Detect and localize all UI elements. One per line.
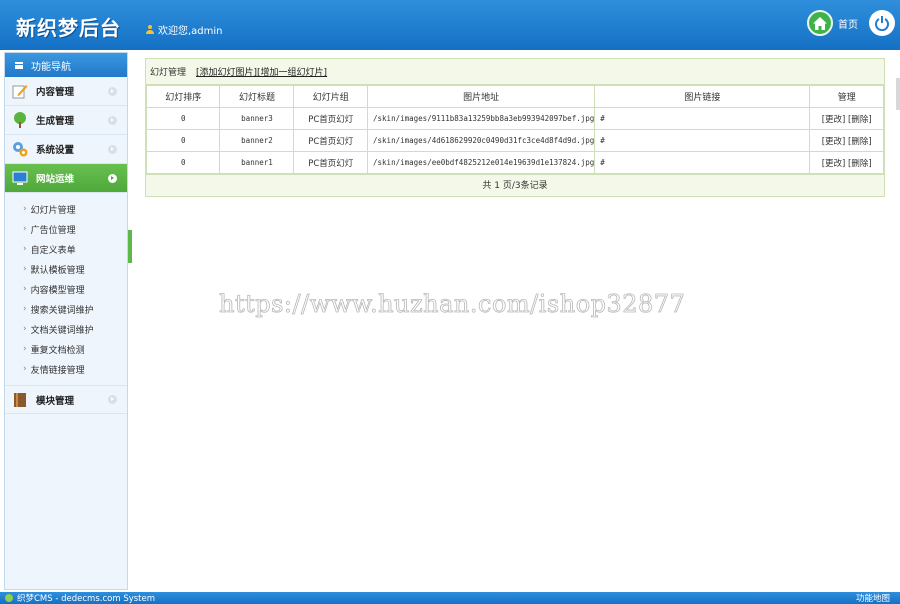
cell-link: # [594, 129, 811, 152]
cell-group: PC首页幻灯 [293, 107, 369, 130]
status-bar: 织梦CMS - dedecms.com System 功能地图 [0, 592, 900, 604]
column-header: 幻灯标题 [219, 85, 295, 108]
chevron-right-icon [108, 395, 117, 404]
cell-link: # [594, 151, 811, 174]
sidebar-item-content[interactable]: 内容管理 [5, 77, 127, 106]
edit-link[interactable]: [更改] [822, 137, 846, 147]
chevron-right-icon [108, 173, 117, 183]
cell-group: PC首页幻灯 [293, 129, 369, 152]
home-button[interactable]: 首页 [807, 10, 858, 36]
sidebar-item-label: 模块管理 [36, 395, 75, 407]
watermark-text: https://www.huzhan.com/ishop32877 [219, 290, 686, 319]
power-icon [875, 16, 889, 31]
add-image-link[interactable]: [添加幻灯图片] [196, 68, 257, 78]
chevron-right-icon [108, 115, 117, 125]
pagination-info: 共 1 页/3条记录 [146, 174, 884, 196]
logout-button[interactable] [869, 10, 895, 36]
submenu-item-duplicate-check[interactable]: 重复文档检测 [23, 339, 127, 359]
user-icon [146, 25, 154, 34]
cell-link: # [594, 107, 811, 130]
submenu-item-templates[interactable]: 默认模板管理 [23, 259, 127, 279]
sidebar-collapse-handle[interactable] [128, 230, 132, 263]
sidebar-item-settings[interactable]: 系统设置 [5, 135, 127, 164]
sidebar-item-label: 生成管理 [36, 116, 75, 127]
sidebar-item-label: 网站运维 [36, 174, 75, 185]
app-logo: 新织梦后台 [16, 16, 121, 40]
sidebar-item-generate[interactable]: 生成管理 [5, 106, 127, 135]
pencil-icon [11, 83, 28, 100]
submenu-item-forms[interactable]: 自定义表单 [23, 239, 127, 259]
panel-title: 幻灯管理 [150, 68, 187, 78]
table-header-row: 幻灯排序 幻灯标题 幻灯片组 图片地址 图片链接 管理 [145, 85, 884, 108]
slides-table: 幻灯排序 幻灯标题 幻灯片组 图片地址 图片链接 管理 0 banner3 PC… [145, 85, 884, 174]
slides-panel: 幻灯管理 [添加幻灯图片][增加一组幻灯片] 幻灯排序 幻灯标题 幻灯片组 图片… [145, 58, 885, 197]
cell-title: banner1 [219, 151, 295, 174]
chevron-right-icon [108, 86, 117, 96]
cell-actions: [更改] [删除] [809, 151, 884, 174]
home-label: 首页 [838, 19, 858, 31]
cell-title: banner2 [219, 129, 295, 152]
edit-link[interactable]: [更改] [822, 159, 846, 169]
table-row: 0 banner1 PC首页幻灯 /skin/images/ee0bdf4825… [145, 151, 884, 174]
chevron-right-icon [108, 144, 117, 154]
column-header: 图片地址 [367, 85, 596, 108]
sidebar-header: 功能导航 [5, 53, 127, 77]
welcome-label: 欢迎您,admin [158, 26, 223, 37]
table-row: 0 banner3 PC首页幻灯 /skin/images/9111b83a13… [145, 107, 884, 130]
submenu-item-slides[interactable]: 幻灯片管理 [23, 199, 127, 219]
cell-group: PC首页幻灯 [293, 151, 369, 174]
edit-link[interactable]: [更改] [822, 115, 846, 125]
delete-link[interactable]: [删除] [848, 159, 872, 169]
monitor-icon [11, 170, 28, 187]
footer-copyright: 织梦CMS - dedecms.com System [17, 594, 156, 604]
welcome-text: 欢迎您,admin [146, 22, 223, 37]
sidebar-item-label: 系统设置 [36, 145, 75, 156]
gears-icon [11, 141, 28, 158]
cell-order: 0 [145, 107, 221, 130]
scrollbar[interactable] [896, 78, 900, 110]
sidebar-item-modules[interactable]: 模块管理 [5, 385, 127, 414]
add-group-link[interactable]: [增加一组幻灯片] [257, 68, 327, 78]
submenu-item-ads[interactable]: 广告位管理 [23, 219, 127, 239]
cell-order: 0 [145, 151, 221, 174]
cell-title: banner3 [219, 107, 295, 130]
sidebar-item-operations[interactable]: 网站运维 [5, 164, 127, 193]
menu-icon [15, 61, 23, 69]
info-icon [5, 594, 13, 602]
submenu-item-search-keywords[interactable]: 搜索关键词维护 [23, 299, 127, 319]
home-icon [807, 10, 833, 36]
submenu-item-doc-keywords[interactable]: 文档关键词维护 [23, 319, 127, 339]
book-icon [11, 391, 28, 408]
submenu-item-content-models[interactable]: 内容模型管理 [23, 279, 127, 299]
sidebar-title: 功能导航 [31, 61, 71, 73]
delete-link[interactable]: [删除] [848, 137, 872, 147]
cell-actions: [更改] [删除] [809, 107, 884, 130]
cell-image: /skin/images/9111b83a13259bb8a3eb9939420… [367, 107, 596, 130]
cell-image: /skin/images/ee0bdf4825212e014e19639d1e1… [367, 151, 596, 174]
panel-title-bar: 幻灯管理 [添加幻灯图片][增加一组幻灯片] [146, 59, 884, 85]
top-header: 新织梦后台 欢迎您,admin 首页 [0, 0, 900, 50]
cell-image: /skin/images/4d618629920c0490d31fc3ce4d8… [367, 129, 596, 152]
sidebar-item-label: 内容管理 [36, 87, 75, 98]
cell-actions: [更改] [删除] [809, 129, 884, 152]
delete-link[interactable]: [删除] [848, 115, 872, 125]
table-row: 0 banner2 PC首页幻灯 /skin/images/4d61862992… [145, 129, 884, 152]
tree-icon [11, 112, 28, 129]
submenu-item-friend-links[interactable]: 友情链接管理 [23, 359, 127, 379]
cell-order: 0 [145, 129, 221, 152]
submenu-list: 幻灯片管理 广告位管理 自定义表单 默认模板管理 内容模型管理 搜索关键词维护 … [5, 193, 127, 385]
column-header: 管理 [809, 85, 884, 108]
column-header: 幻灯排序 [145, 85, 221, 108]
sidebar: 功能导航 内容管理 生成管理 系统设置 网站运维 幻灯片管理 广告位管理 自定义… [4, 52, 128, 590]
site-map-link[interactable]: 功能地图 [856, 592, 890, 604]
column-header: 幻灯片组 [293, 85, 369, 108]
column-header: 图片链接 [594, 85, 811, 108]
